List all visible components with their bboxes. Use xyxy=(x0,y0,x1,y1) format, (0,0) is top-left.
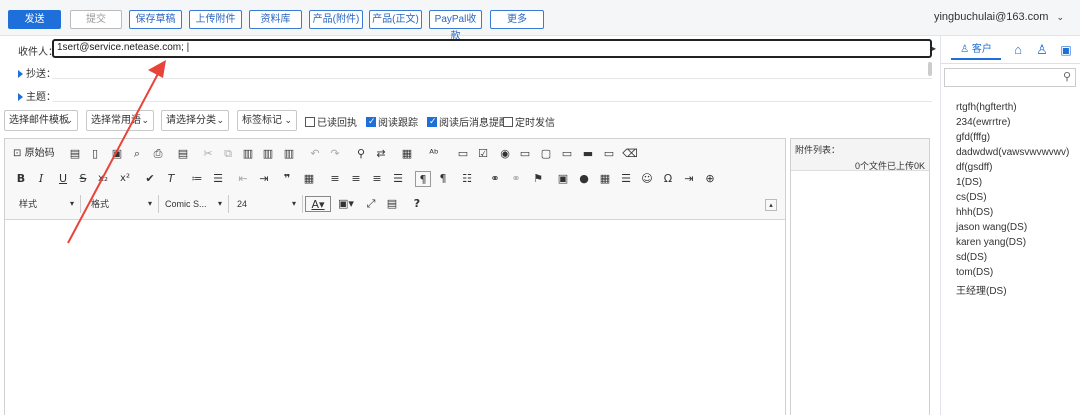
arrow-shaft xyxy=(67,69,161,244)
annotation-arrow xyxy=(67,60,166,244)
sidebar-collapse-icon[interactable]: ▸ xyxy=(932,44,936,53)
